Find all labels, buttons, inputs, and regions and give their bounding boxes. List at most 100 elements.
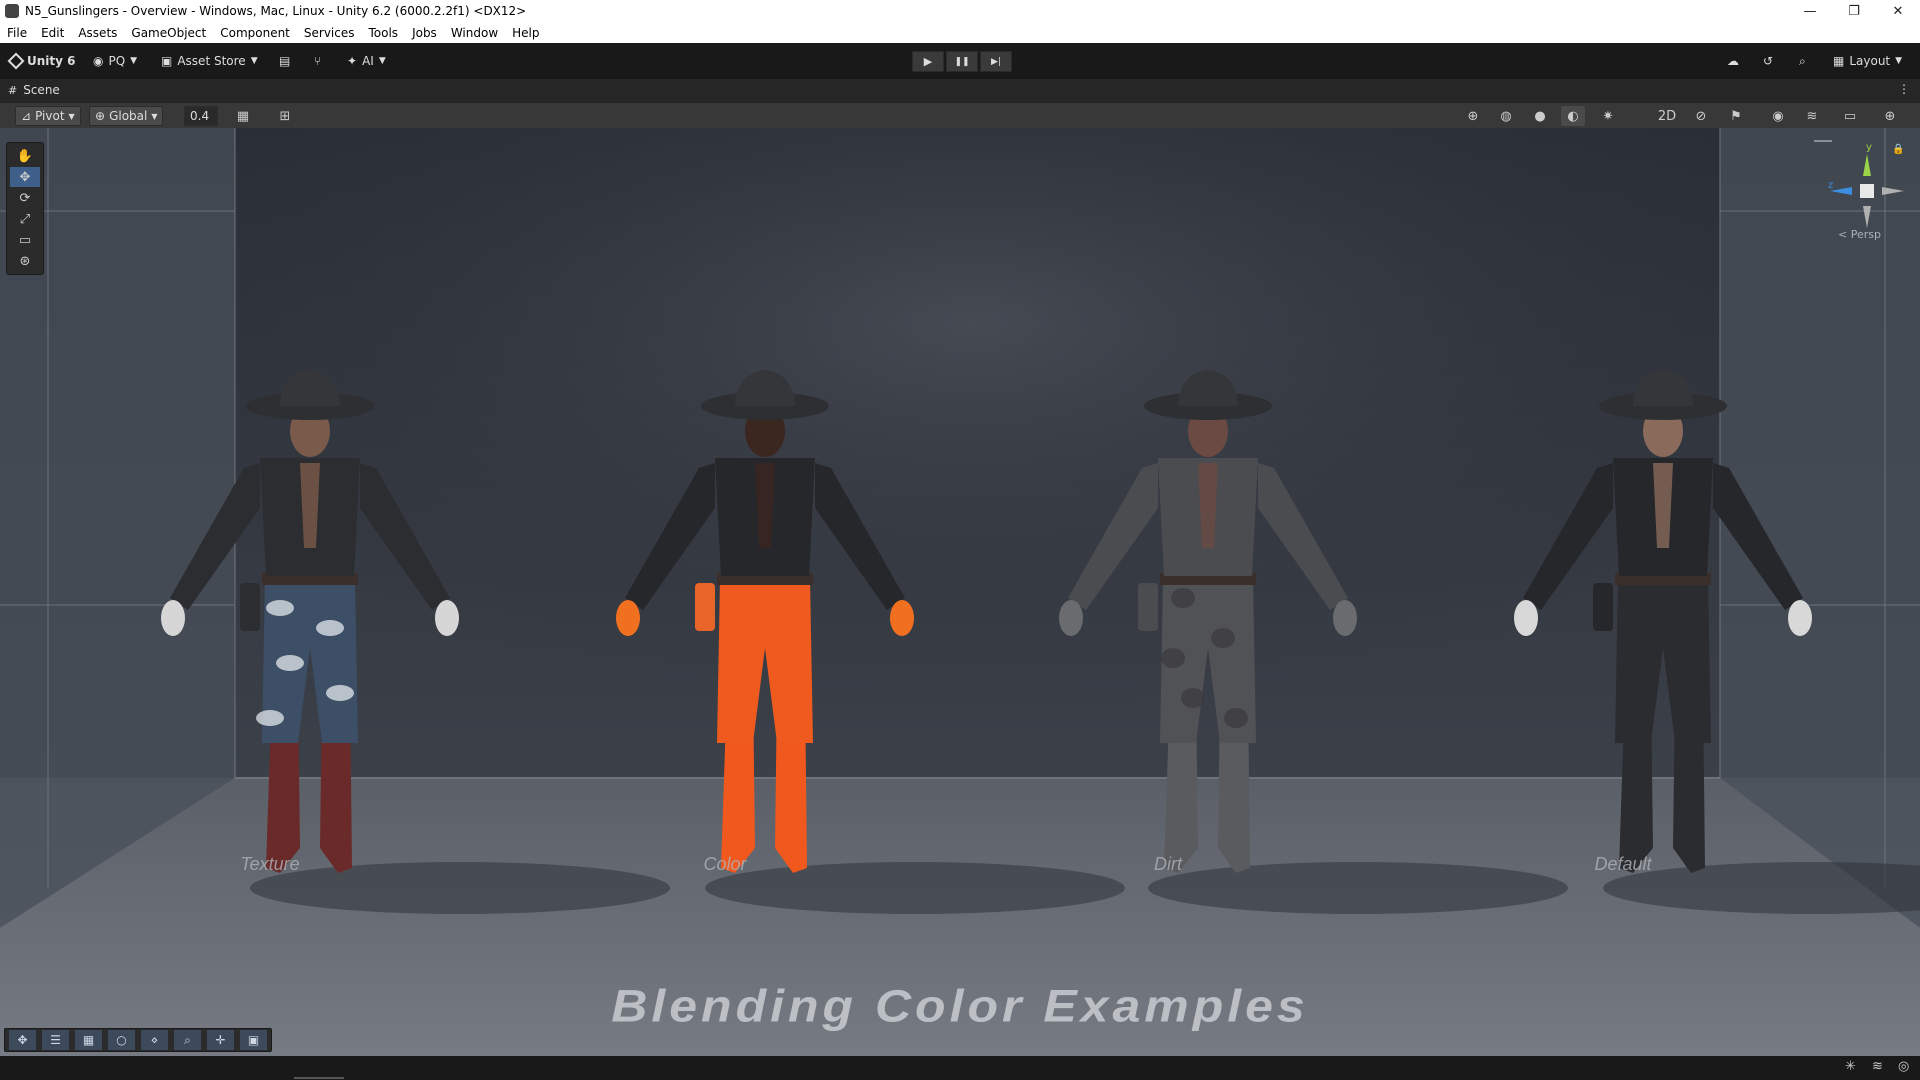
scene-render: Texture Color Dirt Default Blending Color E… (0, 128, 1920, 1056)
toggle-2d-button[interactable]: 2D (1652, 106, 1682, 126)
lock-icon[interactable]: 🔒 (1892, 144, 1904, 155)
play-button[interactable]: ▶ (912, 51, 944, 72)
gizmos-dropdown-icon[interactable]: ⊕ (1878, 106, 1902, 126)
draw-mode-icon[interactable]: ◍ (1494, 106, 1518, 126)
progress-bar (294, 1077, 344, 1079)
step-button[interactable]: ▶| (980, 51, 1012, 72)
lighting-toggle-icon[interactable]: ◐ (1561, 106, 1585, 126)
move-overlay-icon[interactable]: ✥ (9, 1030, 36, 1050)
unity-account-button[interactable]: Unity 6 (7, 51, 76, 71)
branch-icon: ⑂ (314, 54, 322, 68)
menu-edit[interactable]: Edit (34, 26, 71, 40)
transform-tool-icon[interactable]: ⊛ (10, 251, 40, 271)
floor-text: Blending Color Examples (611, 982, 1308, 1032)
left-glove (1059, 600, 1083, 636)
layout-dropdown[interactable]: ▦ Layout ▼ (1833, 51, 1902, 71)
tab-scene[interactable]: # Scene (8, 83, 60, 97)
unity-cube-icon (7, 52, 25, 70)
version-control-button[interactable]: ▤ (279, 51, 290, 71)
orientation-gizmo[interactable]: y z (1822, 142, 1912, 236)
ai-dropdown[interactable]: ✦ AI ▼ (347, 51, 386, 71)
menu-services[interactable]: Services (297, 26, 362, 40)
right-glove (435, 600, 459, 636)
sparkle-icon: ✦ (347, 54, 358, 68)
chevron-down-icon: ▼ (68, 111, 75, 121)
pants-pattern (276, 655, 304, 671)
grid-snap-icon[interactable]: ▦ (231, 106, 255, 126)
chevron-down-icon: ▼ (250, 56, 258, 66)
history-button[interactable]: ↺ (1763, 51, 1773, 71)
grid-icon: # (8, 83, 18, 97)
layers-icon[interactable]: ≋ (1800, 106, 1824, 126)
minimize-button[interactable]: — (1788, 0, 1832, 22)
orientation-gizmo-icon[interactable]: ⊕ (1461, 106, 1485, 126)
zoom-overlay-icon[interactable]: ⌕ (174, 1030, 201, 1050)
rect-tool-icon[interactable]: ▭ (10, 230, 40, 250)
audio-toggle-icon[interactable]: ⊘ (1689, 106, 1713, 126)
toggle-2d-label: 2D (1657, 108, 1677, 124)
move-tool-icon[interactable]: ✥ (10, 167, 40, 187)
menu-window[interactable]: Window (444, 26, 505, 40)
tab-bar: # Scene ⋮ (0, 79, 1920, 102)
pivot-overlay-icon[interactable]: ✛ (207, 1030, 234, 1050)
drag-handle[interactable] (1814, 140, 1832, 142)
pause-icon: ❚❚ (954, 56, 970, 67)
path-overlay-icon[interactable]: ⋄ (141, 1030, 168, 1050)
axis-y-label: y (1866, 142, 1872, 153)
pants-pattern (1171, 588, 1195, 608)
pivot-label: Pivot (35, 109, 65, 123)
pause-button[interactable]: ❚❚ (946, 51, 978, 72)
pants-pattern (266, 600, 294, 616)
increment-snap-icon[interactable]: ⊞ (273, 106, 297, 126)
account-dropdown[interactable]: ◉ PQ ▼ (93, 51, 137, 71)
cloud-button[interactable]: ☁ (1727, 51, 1739, 71)
menu-gameobject[interactable]: GameObject (124, 26, 213, 40)
title-bar: N5_Gunslingers - Overview - Windows, Mac… (0, 0, 1920, 22)
collab-button[interactable]: ⑂ (314, 51, 321, 71)
asset-store-dropdown[interactable]: ▣ Asset Store ▼ (161, 51, 258, 71)
effects-dropdown-icon[interactable]: ✷ (1596, 106, 1620, 126)
right-glove (1333, 600, 1357, 636)
close-button[interactable]: ✕ (1876, 0, 1920, 22)
menu-assets[interactable]: Assets (71, 26, 124, 40)
global-dropdown[interactable]: ⊕ Global ▼ (89, 106, 163, 126)
pants-pattern (1211, 628, 1235, 648)
bug-icon[interactable]: ✳ (1845, 1059, 1856, 1074)
hand-tool-icon[interactable]: ✋ (10, 146, 40, 166)
cache-icon[interactable]: ≋ (1872, 1059, 1883, 1074)
pants-pattern (256, 710, 284, 726)
character-floor-label: Texture (240, 854, 299, 874)
menu-component[interactable]: Component (213, 26, 297, 40)
holster (240, 583, 260, 631)
more-options-icon[interactable]: ⋮ (1898, 82, 1910, 96)
right-glove (890, 600, 914, 636)
account-label: PQ (108, 54, 126, 68)
circle-overlay-icon[interactable]: ○ (108, 1030, 135, 1050)
character-shadow (250, 862, 670, 914)
visibility-icon[interactable]: ◉ (1766, 106, 1790, 126)
left-glove (1514, 600, 1538, 636)
scene-viewport[interactable]: Texture Color Dirt Default Blending Color E… (0, 128, 1920, 1056)
grid-overlay-icon[interactable]: ▦ (75, 1030, 102, 1050)
snap-value: 0.4 (190, 109, 210, 123)
camera-icon[interactable]: ▭ (1838, 106, 1862, 126)
search-button[interactable]: ⌕ (1799, 51, 1806, 71)
maximize-button[interactable]: ❐ (1832, 0, 1876, 22)
camera-overlay-icon[interactable]: ▣ (240, 1030, 267, 1050)
shaded-mode-icon[interactable]: ● (1528, 106, 1552, 126)
check-icon[interactable]: ◎ (1898, 1059, 1909, 1074)
gizmos-toggle-icon[interactable]: ⚑ (1724, 106, 1748, 126)
scale-tool-icon[interactable]: ⤢ (10, 209, 40, 229)
menu-jobs[interactable]: Jobs (405, 26, 444, 40)
pivot-dropdown[interactable]: ⊿ Pivot ▼ (15, 106, 81, 126)
left-glove (616, 600, 640, 636)
menu-help[interactable]: Help (505, 26, 546, 40)
menu-file[interactable]: File (0, 26, 34, 40)
menu-tools[interactable]: Tools (362, 26, 406, 40)
package-icon: ▤ (279, 54, 291, 68)
rotate-tool-icon[interactable]: ⟳ (10, 188, 40, 208)
projection-label[interactable]: < Persp (1838, 228, 1881, 241)
history-icon: ↺ (1763, 54, 1774, 68)
settings-overlay-icon[interactable]: ☰ (42, 1030, 69, 1050)
snap-value-field[interactable]: 0.4 (184, 106, 218, 126)
